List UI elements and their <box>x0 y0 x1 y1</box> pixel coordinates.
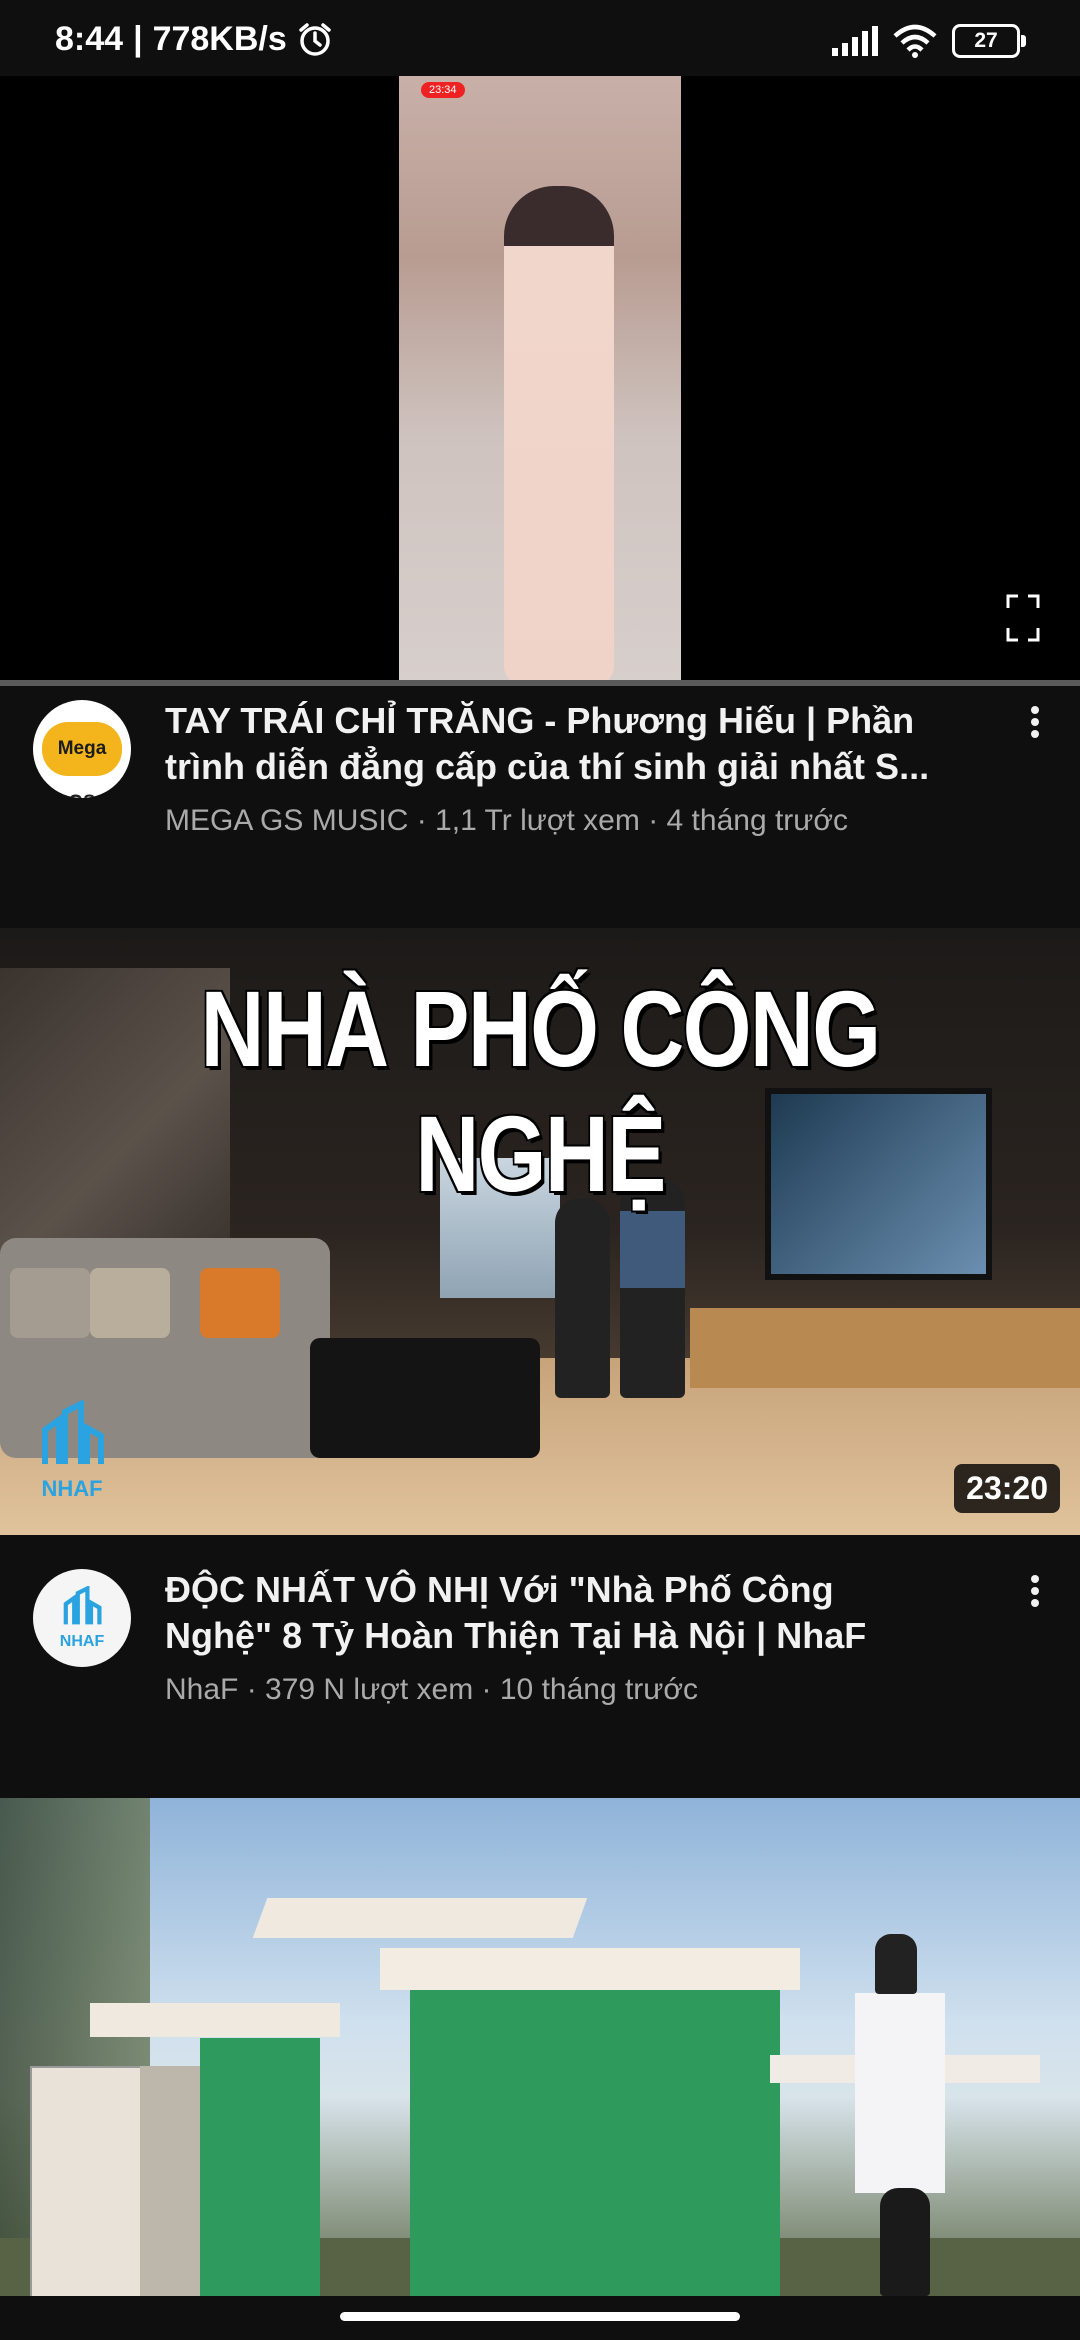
thumbnail-headline: NHÀ PHỐ CÔNG NGHỆ <box>200 968 882 1214</box>
video-meta-row[interactable]: NHAF ĐỘC NHẤT VÔ NHỊ Với "Nhà Phố Công N… <box>0 1535 1080 1797</box>
thumbnail-scene <box>380 1948 800 1990</box>
network-speed: 778KB/s <box>152 20 287 58</box>
frame-recording-label: 23:34 <box>421 82 465 98</box>
thumbnail-scene <box>252 1898 588 1938</box>
home-indicator[interactable] <box>340 2312 740 2321</box>
more-options-icon[interactable] <box>1020 1571 1050 1611</box>
thumbnail-scene <box>90 1268 170 1338</box>
video-subject <box>504 186 614 680</box>
avatar-text: NHAF <box>59 1632 105 1650</box>
status-left: 8:44 | 778KB/s <box>55 20 333 59</box>
more-options-icon[interactable] <box>1020 702 1050 742</box>
channel-avatar[interactable]: NHAF <box>33 1569 131 1667</box>
thumbnail-scene <box>200 2038 320 2296</box>
avatar-logo: NHAF <box>59 1584 105 1651</box>
thumbnail-watermark: NHAF <box>32 1399 112 1510</box>
video-meta-row[interactable]: Mega GS TAY TRÁI CHỈ TRĂNG - Phương Hiếu… <box>0 686 1080 926</box>
video-thumbnail[interactable] <box>0 1798 1080 2296</box>
nhaf-logo-icon <box>63 1584 102 1624</box>
thumbnail-scene <box>10 1268 90 1338</box>
thumbnail-scene <box>555 1198 610 1398</box>
video-thumbnail[interactable]: NHÀ PHỐ CÔNG NGHỆ NHAF 23:20 <box>0 928 1080 1535</box>
video-subline: NhaF · 379 N lượt xem · 10 tháng trước <box>165 1673 1025 1707</box>
wifi-icon <box>893 24 937 58</box>
channel-name[interactable]: MEGA GS MUSIC <box>165 804 408 837</box>
video-player[interactable]: 23:34 <box>0 76 1080 680</box>
thumbnail-scene <box>310 1338 540 1458</box>
thumbnail-scene <box>875 1934 917 1994</box>
view-count: 379 N lượt xem <box>265 1673 474 1706</box>
dot-separator: · <box>246 1673 266 1706</box>
signal-icon <box>832 26 878 56</box>
channel-name[interactable]: NhaF <box>165 1673 238 1706</box>
thumbnail-scene <box>880 2188 930 2296</box>
duration-badge: 23:20 <box>954 1464 1060 1513</box>
avatar-logo: Mega GS <box>42 722 122 798</box>
dot-separator: · <box>648 804 667 837</box>
battery-icon: 27 <box>952 24 1026 58</box>
fullscreen-icon[interactable] <box>1006 594 1040 642</box>
clock: 8:44 <box>55 20 124 58</box>
thumbnail-scene <box>200 1268 280 1338</box>
upload-age: 10 tháng trước <box>499 1673 699 1706</box>
thumbnail-scene <box>410 1990 780 2296</box>
channel-avatar[interactable]: Mega GS <box>33 700 131 798</box>
video-title[interactable]: ĐỘC NHẤT VÔ NHỊ Với "Nhà Phố Công Nghệ" … <box>165 1567 965 1659</box>
status-separator: | <box>133 20 143 58</box>
watermark-text: NHAF <box>41 1476 103 1501</box>
video-subline: MEGA GS MUSIC · 1,1 Tr lượt xem · 4 thán… <box>165 804 1025 838</box>
thumbnail-scene <box>690 1308 1080 1388</box>
nhaf-logo-icon <box>42 1399 104 1464</box>
thumbnail-scene <box>30 2066 144 2296</box>
video-frame: 23:34 <box>399 76 681 680</box>
upload-age: 4 tháng trước <box>666 804 849 837</box>
thumbnail-scene <box>90 2003 340 2037</box>
dot-separator: · <box>481 1673 500 1706</box>
thumbnail-scene <box>855 1993 945 2193</box>
video-title[interactable]: TAY TRÁI CHỈ TRĂNG - Phương Hiếu | Phần … <box>165 698 965 790</box>
alarm-icon <box>299 22 331 56</box>
dot-separator: · <box>416 804 436 837</box>
view-count: 1,1 Tr lượt xem <box>435 804 640 837</box>
status-right: 27 <box>830 24 1026 58</box>
status-bar: 8:44 | 778KB/s 27 <box>0 0 1080 76</box>
